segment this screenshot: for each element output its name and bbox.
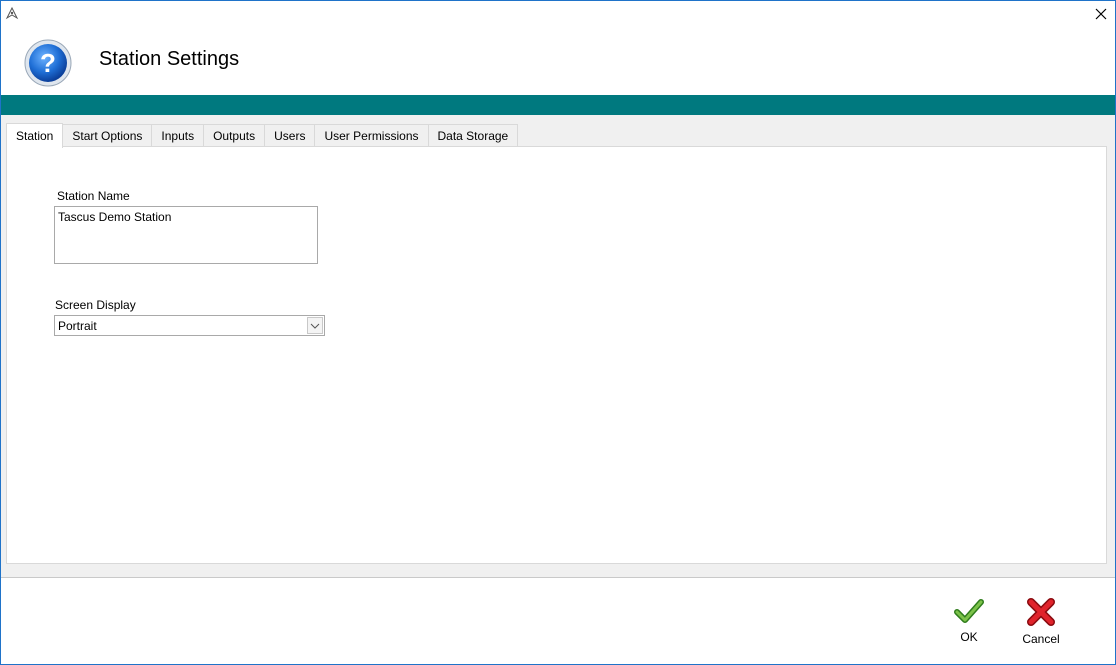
station-tab-panel: Station Name Tascus Demo Station Screen … — [6, 146, 1107, 564]
checkmark-icon — [954, 599, 984, 623]
accent-band — [1, 95, 1115, 115]
ok-label: OK — [960, 630, 978, 644]
ok-button[interactable]: OK — [941, 598, 997, 650]
station-name-field[interactable]: Tascus Demo Station — [54, 206, 318, 264]
tab-outputs[interactable]: Outputs — [203, 124, 266, 147]
red-x-icon — [1027, 598, 1055, 626]
tab-start-options[interactable]: Start Options — [62, 124, 153, 147]
station-name-label: Station Name — [57, 189, 130, 203]
cancel-button[interactable]: Cancel — [1013, 598, 1069, 650]
dropdown-button[interactable] — [307, 317, 323, 334]
close-icon — [1095, 8, 1107, 20]
chevron-down-icon — [310, 323, 320, 329]
tab-data-storage[interactable]: Data Storage — [427, 124, 519, 147]
tab-inputs[interactable]: Inputs — [151, 124, 205, 147]
screen-display-select[interactable]: Portrait — [54, 315, 325, 336]
tab-user-permissions[interactable]: User Permissions — [314, 124, 429, 147]
screen-display-label: Screen Display — [55, 298, 136, 312]
svg-text:?: ? — [40, 48, 56, 78]
help-question-icon: ? — [23, 38, 73, 88]
tab-strip: Station Start Options Inputs Outputs Use… — [6, 122, 519, 148]
close-button[interactable] — [1089, 3, 1113, 25]
tab-users[interactable]: Users — [264, 124, 316, 147]
page-title: Station Settings — [99, 48, 240, 70]
tab-station[interactable]: Station — [6, 123, 64, 148]
screen-display-value: Portrait — [58, 319, 97, 333]
station-name-value: Tascus Demo Station — [58, 210, 172, 224]
cancel-label: Cancel — [1022, 632, 1060, 646]
pen-nib-icon — [4, 5, 20, 21]
footer-divider — [1, 577, 1115, 578]
settings-window: ? Station Settings Station Start Options… — [0, 0, 1116, 665]
